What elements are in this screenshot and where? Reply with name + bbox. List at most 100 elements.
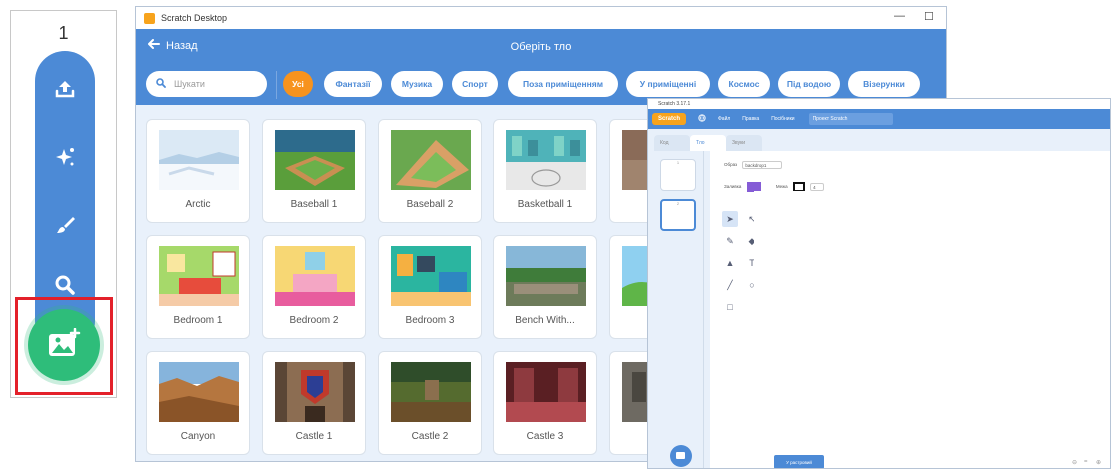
backdrop-card-baseball-1[interactable]: Baseball 1 bbox=[262, 119, 366, 223]
castle-2-thumbnail bbox=[391, 362, 471, 422]
zoom-out-button[interactable]: ⊖ bbox=[1072, 459, 1077, 466]
filter-tag-sport[interactable]: Спорт bbox=[452, 71, 498, 97]
backdrop-card-castle-1[interactable]: Castle 1 bbox=[262, 351, 366, 455]
filter-tag-music[interactable]: Музика bbox=[391, 71, 443, 97]
paint-canvas[interactable] bbox=[754, 191, 974, 355]
search-icon bbox=[156, 78, 166, 90]
globe-icon[interactable] bbox=[698, 114, 706, 124]
filter-tag-patterns[interactable]: Візерунки bbox=[848, 71, 920, 97]
backdrop-card-bedroom-3[interactable]: Bedroom 3 bbox=[378, 235, 482, 339]
backdrop-card-bench-with-view[interactable]: Bench With... bbox=[493, 235, 597, 339]
filter-tag-underwater[interactable]: Під водою bbox=[778, 71, 840, 97]
search-placeholder: Шукати bbox=[174, 79, 205, 89]
bedroom-1-thumbnail bbox=[159, 246, 239, 306]
arctic-thumbnail bbox=[159, 130, 239, 190]
select-tool-icon[interactable]: ➤ bbox=[722, 211, 738, 227]
backdrop-item-number: 2 bbox=[676, 201, 680, 206]
step-number: 1 bbox=[58, 23, 69, 43]
backdrop-card-canyon[interactable]: Canyon bbox=[146, 351, 250, 455]
line-tool-icon[interactable]: ╱ bbox=[722, 277, 738, 293]
window-title: Scratch Desktop bbox=[161, 13, 228, 23]
search-input[interactable]: Шукати bbox=[146, 71, 267, 97]
backdrop-item-2[interactable]: 2 bbox=[660, 199, 696, 231]
paintbrush-icon[interactable] bbox=[35, 205, 95, 245]
filter-tag-outdoors[interactable]: Поза приміщенням bbox=[508, 71, 618, 97]
zoom-in-button[interactable]: ⊕ bbox=[1096, 459, 1101, 466]
canyon-thumbnail bbox=[159, 362, 239, 422]
card-label: Baseball 2 bbox=[406, 199, 454, 210]
basketball-1-thumbnail bbox=[506, 130, 586, 190]
convert-to-bitmap-button[interactable]: У растровий bbox=[774, 455, 824, 468]
backdrop-card-baseball-2[interactable]: Baseball 2 bbox=[378, 119, 482, 223]
backdrop-item-number: 1 bbox=[676, 160, 680, 165]
screenshot-root: 1 Scratch Desktop — ☐ Назад Оберіть тло … bbox=[0, 0, 1111, 469]
outline-width-input[interactable]: 4 bbox=[810, 183, 825, 191]
backdrop-card-bedroom-2[interactable]: Bedroom 2 bbox=[262, 235, 366, 339]
card-label: Arctic bbox=[185, 199, 211, 210]
outline-label: Межа bbox=[775, 184, 788, 190]
backdrop-list: 1 2 bbox=[648, 151, 704, 468]
scratch-logo[interactable]: Scratch bbox=[652, 113, 686, 125]
choose-backdrop-button[interactable] bbox=[28, 309, 100, 381]
baseball-1-thumbnail bbox=[275, 130, 355, 190]
card-label: Castle 1 bbox=[295, 431, 333, 442]
menu-tutorials[interactable]: Посібники bbox=[771, 116, 794, 122]
costume-name-label: Образ bbox=[724, 162, 738, 168]
add-image-icon bbox=[675, 447, 687, 465]
scratch-app-icon bbox=[144, 12, 155, 24]
card-label: Castle 3 bbox=[526, 431, 564, 442]
castle-1-thumbnail bbox=[275, 362, 355, 422]
filter-tag-space[interactable]: Космос bbox=[718, 71, 770, 97]
brush-tool-icon[interactable]: ✎ bbox=[722, 233, 738, 249]
castle-3-thumbnail bbox=[506, 362, 586, 422]
backdrop-card-arctic[interactable]: Arctic bbox=[146, 119, 250, 223]
rectangle-tool-icon[interactable]: □ bbox=[722, 299, 738, 315]
card-label: Castle 2 bbox=[411, 431, 449, 442]
bedroom-2-thumbnail bbox=[275, 246, 355, 306]
editor-titlebar: Scratch 3.17.1 bbox=[648, 99, 1110, 109]
card-label: Bedroom 1 bbox=[173, 315, 223, 326]
sparkle-icon[interactable] bbox=[35, 137, 95, 177]
tab-code[interactable]: Код bbox=[654, 135, 690, 151]
filter-divider bbox=[276, 71, 277, 99]
editor-menubar: Scratch Файл Правка Посібники Проект Scr… bbox=[648, 109, 1110, 129]
scratch-editor-window: Scratch 3.17.1 Scratch Файл Правка Посіб… bbox=[647, 98, 1111, 469]
card-label: Baseball 1 bbox=[290, 199, 338, 210]
tab-sounds[interactable]: Звуки bbox=[726, 135, 762, 151]
menu-edit[interactable]: Правка bbox=[742, 116, 759, 122]
minimize-button[interactable]: — bbox=[894, 10, 905, 22]
card-label: Bench With... bbox=[515, 315, 575, 326]
zoom-reset-button[interactable]: = bbox=[1084, 459, 1088, 465]
editor-tabs: Код Тло Звуки bbox=[648, 129, 768, 153]
baseball-2-thumbnail bbox=[391, 130, 471, 190]
choose-backdrop-mini-button[interactable] bbox=[670, 445, 692, 467]
library-title: Оберіть тло bbox=[510, 41, 572, 53]
card-label: Basketball 1 bbox=[517, 199, 573, 210]
library-header: Назад Оберіть тло bbox=[136, 29, 946, 65]
filter-tag-all[interactable]: Усі bbox=[283, 71, 313, 97]
costume-name-input[interactable]: backdrop1 bbox=[742, 161, 783, 169]
backdrop-card-bedroom-1[interactable]: Bedroom 1 bbox=[146, 235, 250, 339]
project-name-field[interactable]: Проект Scratch bbox=[808, 113, 893, 125]
filter-tag-indoors[interactable]: У приміщенні bbox=[626, 71, 710, 97]
filter-tag-fantasy[interactable]: Фантазії bbox=[324, 71, 382, 97]
card-label: Canyon bbox=[180, 431, 216, 442]
fill-tool-icon[interactable]: ▲ bbox=[722, 255, 738, 271]
maximize-button[interactable]: ☐ bbox=[924, 10, 934, 23]
upload-icon[interactable] bbox=[35, 69, 95, 109]
card-label: Bedroom 2 bbox=[289, 315, 339, 326]
backdrop-card-castle-2[interactable]: Castle 2 bbox=[378, 351, 482, 455]
costume-name-row: Образ backdrop1 bbox=[724, 161, 783, 169]
backdrop-card-basketball-1[interactable]: Basketball 1 bbox=[493, 119, 597, 223]
add-image-icon bbox=[47, 327, 81, 363]
backdrop-item-1[interactable]: 1 bbox=[660, 159, 696, 191]
backdrop-card-castle-3[interactable]: Castle 3 bbox=[493, 351, 597, 455]
card-label: Bedroom 3 bbox=[405, 315, 455, 326]
menu-file[interactable]: Файл bbox=[718, 116, 730, 122]
bedroom-3-thumbnail bbox=[391, 246, 471, 306]
fill-label: Заливка bbox=[724, 184, 742, 190]
backdrop-menu-panel: 1 bbox=[10, 10, 117, 398]
tab-backdrops[interactable]: Тло bbox=[690, 135, 726, 151]
window-titlebar: Scratch Desktop — ☐ bbox=[136, 7, 946, 29]
bench-with-view-thumbnail bbox=[506, 246, 586, 306]
